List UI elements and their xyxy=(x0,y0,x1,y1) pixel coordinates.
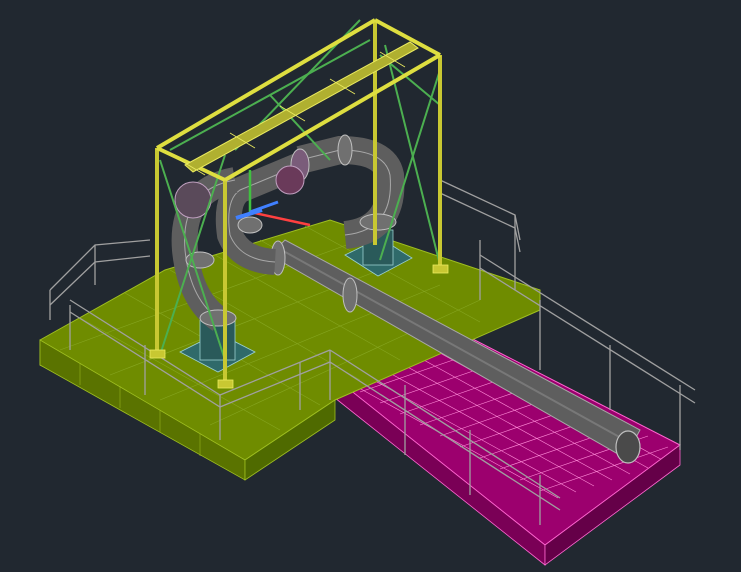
3d-model-scene xyxy=(39,18,696,566)
cad-model-viewport[interactable] xyxy=(0,0,741,572)
